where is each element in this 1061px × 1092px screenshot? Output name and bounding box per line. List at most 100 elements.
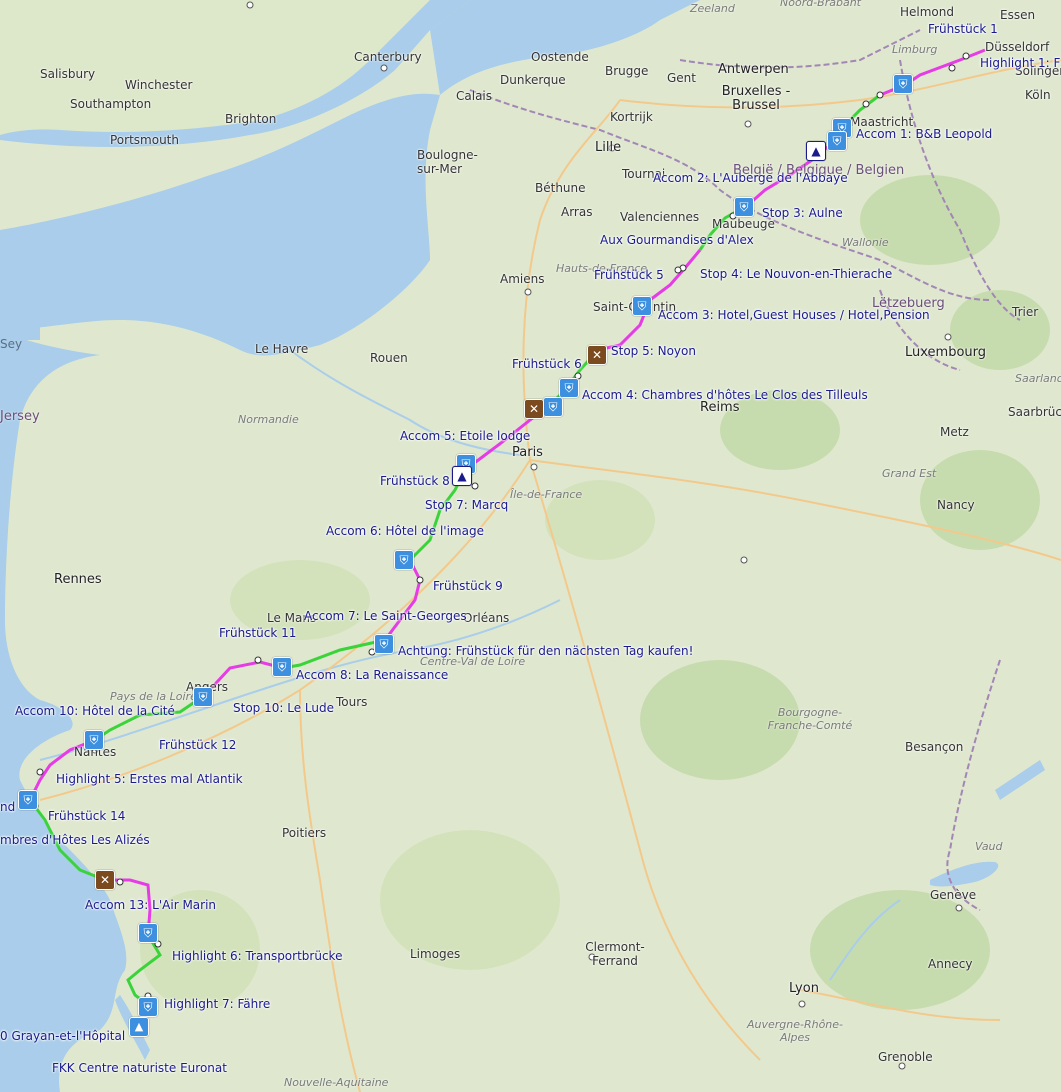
accommodation-icon[interactable]: ⛨	[18, 790, 38, 810]
poi-label[interactable]: Frühstück 11	[219, 626, 296, 640]
accommodation-icon[interactable]: ⛨	[138, 923, 158, 943]
region-label: Auvergne-Rhône-Alpes	[746, 1018, 844, 1044]
accommodation-icon[interactable]: ⛨	[559, 378, 579, 398]
poi-label[interactable]: Frühstück 12	[159, 738, 236, 752]
city-label: Helmond	[900, 5, 954, 19]
poi-label[interactable]: Achtung: Frühstück für den nächsten Tag …	[398, 644, 693, 658]
city-label: Gent	[667, 71, 696, 85]
city-label: Essen	[1000, 8, 1036, 22]
region-label: Nouvelle-Aquitaine	[284, 1076, 389, 1089]
city-label: Canterbury	[354, 50, 422, 64]
campsite-icon[interactable]: ▲	[129, 1017, 149, 1037]
region-label: Île-de-France	[510, 488, 583, 501]
poi-label[interactable]: mbres d'Hôtes Les Alizés	[0, 833, 150, 847]
accommodation-icon[interactable]: ⛨	[893, 74, 913, 94]
poi-label[interactable]: Highlight 7: Fähre	[164, 997, 270, 1011]
map-view[interactable]: Essen Düsseldorf Köln Helmond Zeeland No…	[0, 0, 1061, 1092]
region-label: Sey	[0, 337, 23, 351]
cake-icon[interactable]: ▲	[452, 466, 472, 486]
city-label: Antwerpen	[718, 62, 789, 77]
city-label: Béthune	[535, 181, 586, 195]
city-label: Reims	[700, 400, 740, 415]
region-label: Bourgogne-Franche-Comté	[767, 706, 853, 732]
city-label: Brighton	[225, 112, 277, 126]
poi-label[interactable]: Highlight 6: Transportbrücke	[172, 949, 342, 963]
city-label: Portsmouth	[110, 133, 179, 147]
accommodation-icon[interactable]: ⛨	[272, 657, 292, 677]
city-label: Grenoble	[878, 1050, 933, 1064]
city-label: Saarbrücken	[1008, 405, 1061, 419]
accommodation-icon[interactable]: ⛨	[193, 687, 213, 707]
city-label: Kortrijk	[610, 110, 653, 124]
accommodation-icon[interactable]: ⛨	[374, 634, 394, 654]
city-label: Clermont-Ferrand	[585, 940, 645, 968]
region-label: Limburg	[892, 43, 938, 56]
accommodation-icon[interactable]: ⛨	[394, 550, 414, 570]
poi-label[interactable]: FKK Centre naturiste Euronat	[52, 1061, 227, 1075]
restaurant-icon[interactable]: ✕	[95, 870, 115, 890]
city-label: Salisbury	[40, 67, 96, 81]
city-label: Poitiers	[282, 826, 327, 840]
region-label: Vaud	[975, 840, 1003, 853]
poi-label[interactable]: 0 Grayan-et-l'Hôpital	[0, 1029, 125, 1043]
city-label: Besançon	[905, 740, 964, 754]
poi-label[interactable]: Frühstück 6	[512, 357, 582, 371]
city-label: Arras	[561, 205, 593, 219]
poi-label[interactable]: Stop 7: Marcq	[425, 498, 508, 512]
poi-label[interactable]: Accom 6: Hôtel de l'image	[326, 524, 484, 538]
region-label: Saarland	[1015, 372, 1061, 385]
city-label: Calais	[456, 89, 493, 103]
city-label: Brugge	[605, 64, 649, 78]
poi-label[interactable]: Frühstück 9	[433, 579, 503, 593]
city-label: Nancy	[937, 498, 975, 512]
poi-label[interactable]: Accom 4: Chambres d'hôtes Le Clos des Ti…	[582, 388, 868, 402]
city-label: Paris	[512, 445, 543, 460]
city-label: Oostende	[531, 50, 589, 64]
city-label: Rennes	[54, 572, 102, 587]
poi-label[interactable]: Stop 3: Aulne	[762, 206, 843, 220]
poi-label[interactable]: Stop 10: Le Lude	[233, 701, 334, 715]
poi-label[interactable]: Aux Gourmandises d'Alex	[600, 233, 754, 247]
city-label: Southampton	[70, 97, 152, 111]
poi-label[interactable]: Accom 3: Hotel,Guest Houses / Hotel,Pens…	[658, 308, 930, 322]
region-label: Noord-Brabant	[780, 0, 861, 9]
poi-label[interactable]: Accom 7: Le Saint-Georges	[304, 609, 467, 623]
poi-label[interactable]: Frühstück 5	[594, 268, 664, 282]
city-label: Valenciennes	[620, 210, 700, 224]
poi-label[interactable]: Accom 8: La Renaissance	[296, 668, 448, 682]
accommodation-icon[interactable]: ⛨	[632, 296, 652, 316]
accommodation-icon[interactable]: ⛨	[827, 131, 847, 151]
city-label: Limoges	[410, 947, 461, 961]
poi-label[interactable]: Highlight 5: Erstes mal Atlantik	[56, 772, 243, 786]
poi-label[interactable]: Accom 1: B&B Leopold	[856, 127, 992, 141]
city-label: Metz	[940, 425, 969, 439]
city-label: Annecy	[928, 957, 973, 971]
poi-label[interactable]: Accom 13: L'Air Marin	[85, 898, 216, 912]
accommodation-icon[interactable]: ⛨	[84, 730, 104, 750]
city-label: Boulogne-sur-Mer	[417, 148, 478, 176]
poi-label[interactable]: Frühstück 1	[928, 22, 998, 36]
region-label: Wallonie	[842, 236, 889, 249]
accommodation-icon[interactable]: ⛨	[543, 397, 563, 417]
poi-label[interactable]: Stop 4: Le Nouvon-en-Thierache	[700, 267, 892, 281]
cake-icon[interactable]: ▲	[806, 141, 826, 161]
restaurant-icon[interactable]: ✕	[587, 345, 607, 365]
poi-label[interactable]: Accom 2: L'Auberge de l'Abbaye	[653, 171, 848, 185]
poi-label[interactable]: nd	[0, 800, 15, 814]
city-label: Amiens	[500, 272, 545, 286]
poi-label[interactable]: Highlight 1: F	[980, 56, 1060, 70]
poi-label[interactable]: Accom 5: Etoile lodge	[400, 429, 530, 443]
accommodation-icon[interactable]: ⛨	[138, 997, 158, 1017]
city-label: Tours	[336, 695, 368, 709]
poi-label[interactable]: Frühstück 8	[380, 474, 450, 488]
city-label: Trier	[1012, 305, 1039, 319]
city-label: Rouen	[370, 351, 408, 365]
city-label: Genève	[930, 888, 977, 902]
accommodation-icon[interactable]: ⛨	[734, 197, 754, 217]
poi-label[interactable]: Frühstück 14	[48, 809, 125, 823]
poi-label[interactable]: Stop 5: Noyon	[611, 344, 696, 358]
region-label: Normandie	[238, 413, 299, 426]
poi-label[interactable]: Accom 10: Hôtel de la Cité	[15, 704, 175, 718]
restaurant-icon[interactable]: ✕	[524, 399, 544, 419]
region-label: Pays de la Loire	[110, 690, 197, 703]
